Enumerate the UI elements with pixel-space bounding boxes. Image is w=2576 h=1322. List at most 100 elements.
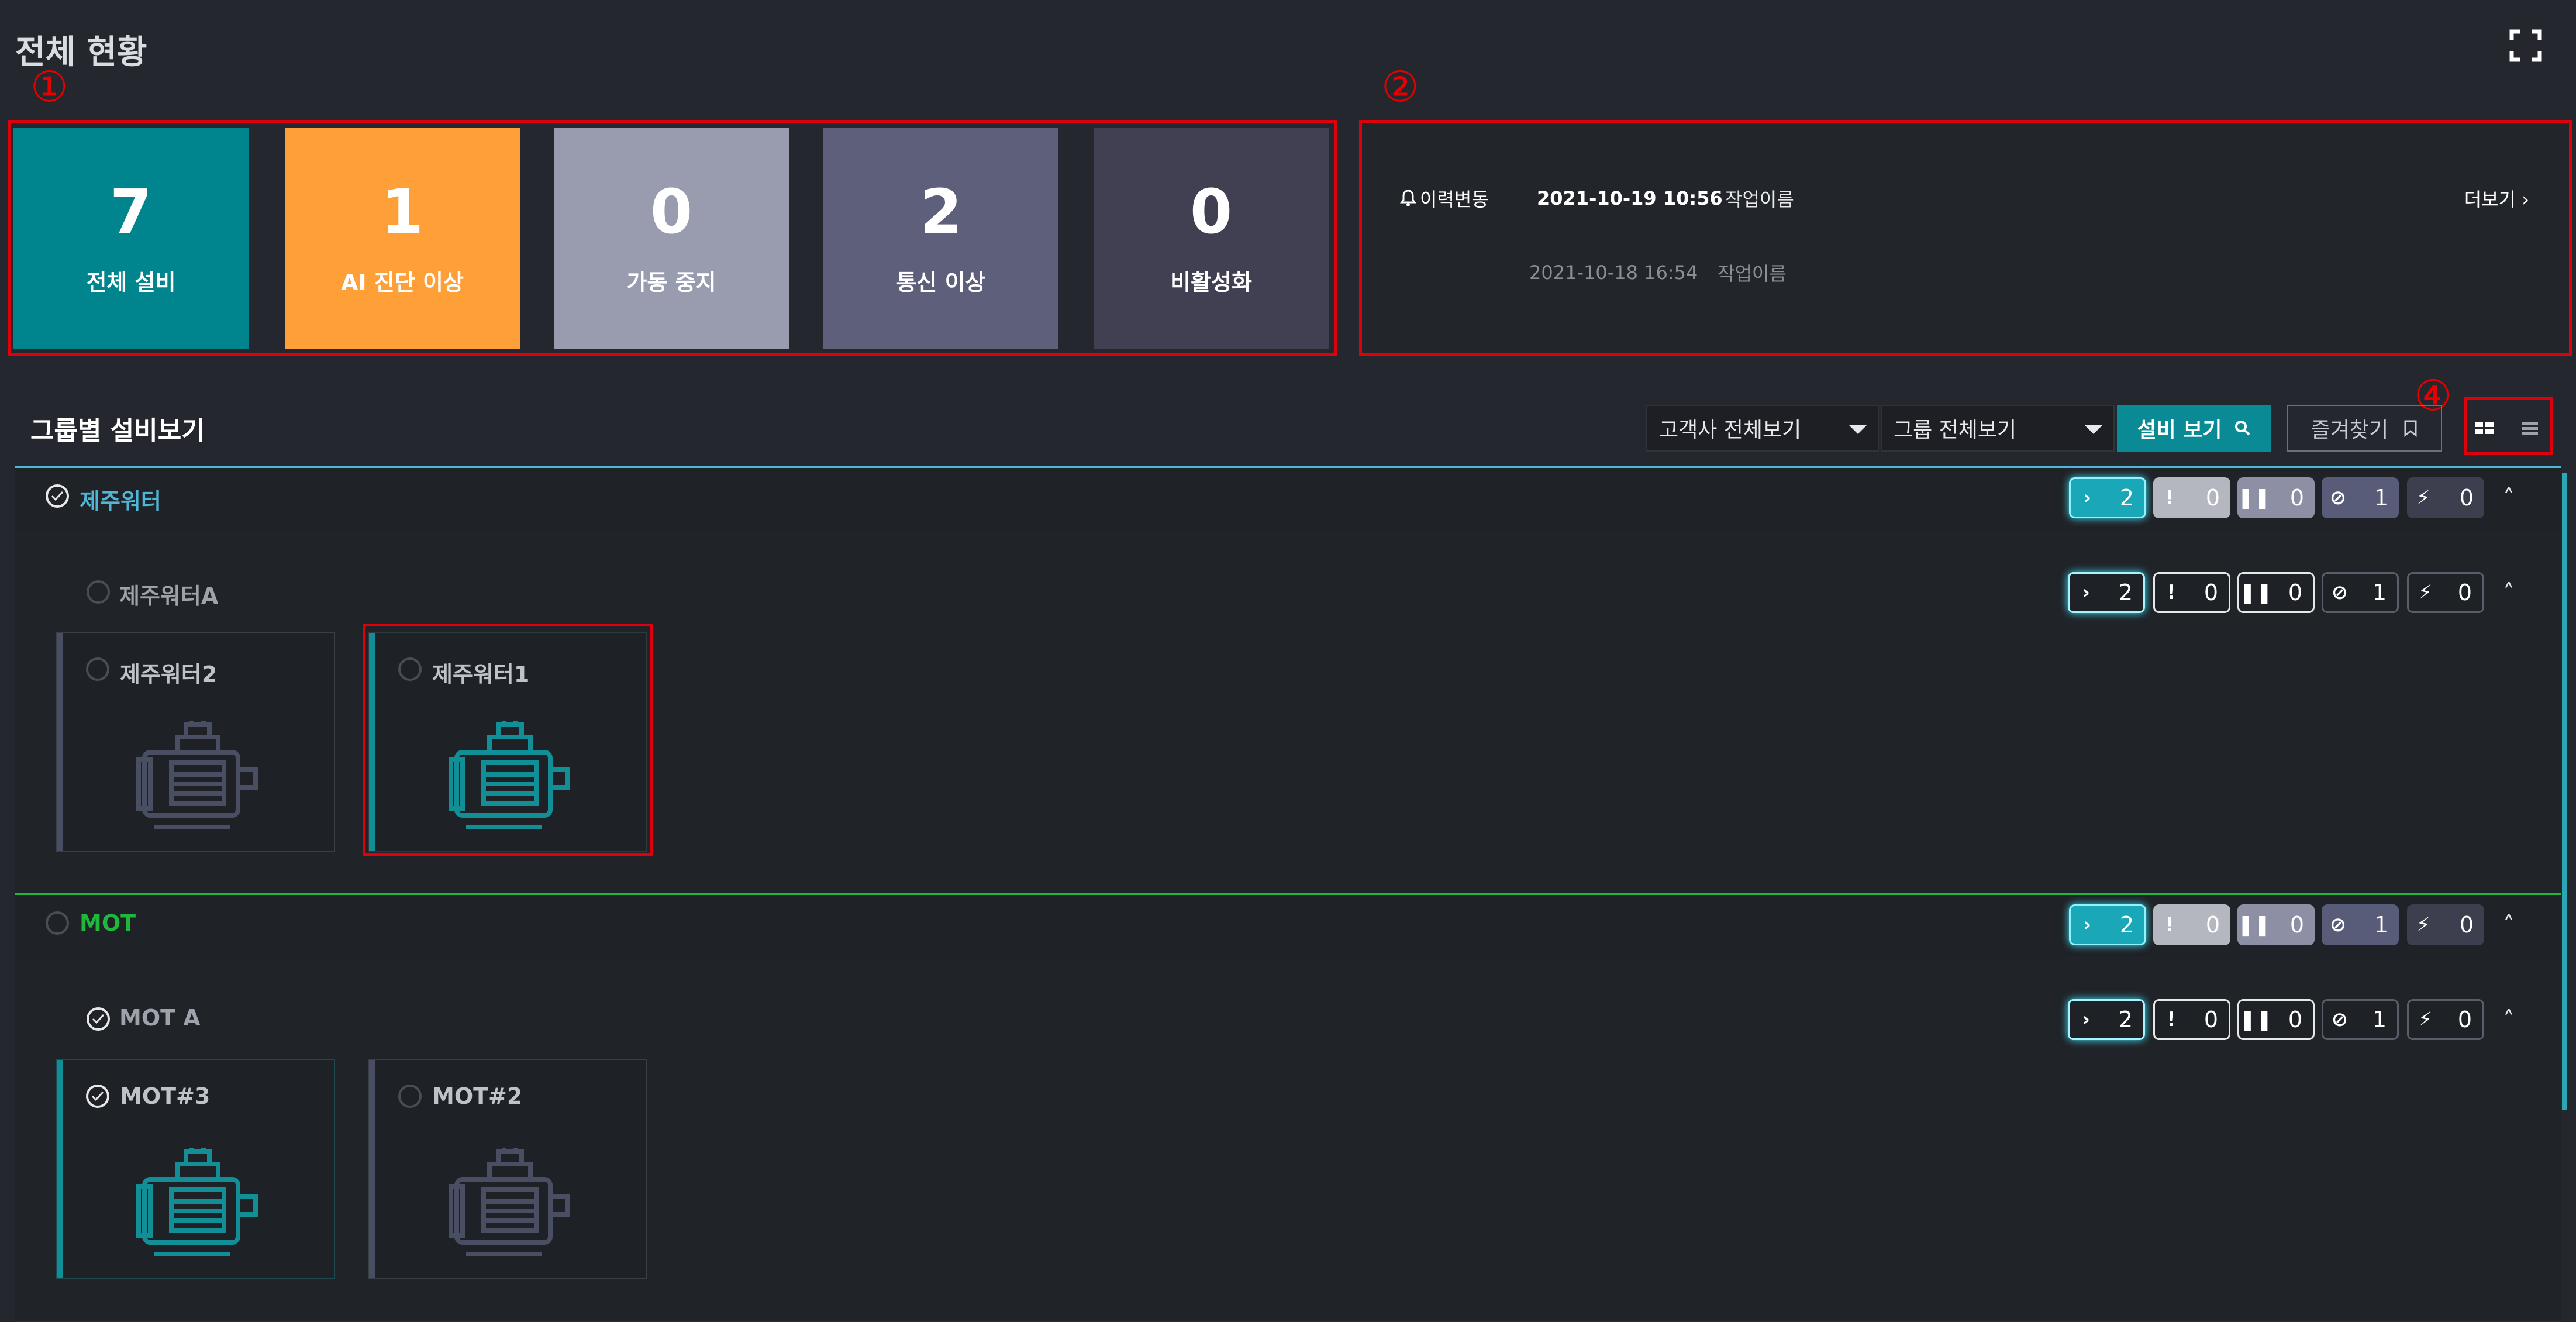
section-title: 그룹별 설비보기	[30, 416, 205, 446]
no-signal-icon: ⊘	[2329, 913, 2347, 937]
chevron-right-icon: ›	[2082, 913, 2091, 937]
power-off-icon: ⚡	[2416, 486, 2430, 509]
badge-comm-error[interactable]: ⊘ 1	[2322, 477, 2399, 518]
badge-comm-error[interactable]: ⊘ 1	[2322, 999, 2399, 1040]
history-label: 이력변동	[1420, 188, 1489, 211]
pause-icon: ❚❚	[2237, 486, 2271, 509]
check-circle-icon[interactable]	[87, 1007, 110, 1031]
summary-value: 1	[381, 175, 424, 247]
group-name: MOT	[80, 910, 136, 936]
device-card[interactable]: 제주워터1	[368, 632, 647, 852]
status-bar	[57, 1060, 63, 1278]
history-panel	[1359, 120, 2572, 356]
search-icon	[2234, 421, 2250, 436]
list-view-icon[interactable]	[2519, 420, 2540, 436]
power-off-icon: ⚡	[2416, 913, 2430, 937]
annotation-marker-1: ①	[30, 62, 68, 111]
badge-running[interactable]: › 2	[2069, 904, 2146, 945]
summary-value: 0	[1189, 175, 1233, 247]
summary-tile-comm-error[interactable]: 2 통신 이상	[823, 128, 1058, 349]
summary-label: AI 진단 이상	[341, 269, 464, 295]
caret-down-icon	[2084, 425, 2103, 434]
exclamation-icon: !	[2165, 486, 2174, 509]
badge-stopped[interactable]: ❚❚ 0	[2237, 999, 2315, 1040]
subgroup-name: MOT A	[119, 1005, 201, 1031]
history-item-name: 작업이름	[1725, 188, 1794, 211]
device-name: MOT#2	[432, 1083, 523, 1109]
badge-ai-alert[interactable]: ! 0	[2153, 904, 2230, 945]
grid-view-icon[interactable]	[2474, 420, 2495, 436]
exclamation-icon: !	[2167, 1008, 2176, 1031]
summary-tile-ai-alert[interactable]: 1 AI 진단 이상	[285, 128, 520, 349]
summary-label: 전체 설비	[86, 269, 176, 295]
status-bar	[57, 633, 63, 851]
history-row[interactable]: 이력변동 2021-10-19 10:56 작업이름	[1400, 185, 1794, 212]
summary-value: 7	[109, 175, 153, 247]
group-select-value: 그룹 전체보기	[1894, 418, 2017, 442]
device-name: 제주워터1	[432, 662, 530, 687]
summary-tile-total[interactable]: 7 전체 설비	[13, 128, 249, 349]
badge-ai-alert[interactable]: ! 0	[2153, 572, 2230, 613]
history-more-link[interactable]: 더보기 ›	[2464, 185, 2529, 212]
check-circle-icon[interactable]	[398, 657, 422, 681]
view-equipment-label: 설비 보기	[2137, 418, 2222, 442]
badge-inactive[interactable]: ⚡ 0	[2407, 572, 2484, 613]
badge-running[interactable]: › 2	[2069, 477, 2146, 518]
check-circle-icon[interactable]	[46, 911, 69, 935]
badge-inactive[interactable]: ⚡ 0	[2407, 904, 2484, 945]
chevron-up-icon[interactable]: ˄	[2497, 1008, 2520, 1032]
badge-stopped[interactable]: ❚❚ 0	[2237, 477, 2315, 518]
badge-comm-error[interactable]: ⊘ 1	[2322, 572, 2399, 613]
badge-inactive[interactable]: ⚡ 0	[2407, 999, 2484, 1040]
fullscreen-icon[interactable]	[2509, 29, 2542, 62]
history-time: 2021-10-18 16:54	[1529, 261, 1698, 284]
caret-down-icon	[1849, 425, 1867, 434]
badge-ai-alert[interactable]: ! 0	[2153, 999, 2230, 1040]
summary-value: 0	[650, 175, 693, 247]
check-circle-icon[interactable]	[86, 657, 109, 681]
check-circle-icon[interactable]	[87, 580, 110, 604]
favorites-label: 즐겨찾기	[2311, 418, 2389, 442]
badge-running[interactable]: › 2	[2068, 572, 2145, 613]
bell-icon	[1400, 190, 1416, 206]
device-card[interactable]: 제주워터2	[56, 632, 335, 852]
device-card[interactable]: MOT#2	[368, 1059, 647, 1279]
view-equipment-button[interactable]: 설비 보기	[2117, 405, 2271, 452]
favorites-button[interactable]: 즐겨찾기	[2287, 405, 2442, 452]
customer-select[interactable]: 고객사 전체보기	[1646, 405, 1879, 452]
group-select[interactable]: 그룹 전체보기	[1881, 405, 2115, 452]
summary-tile-stopped[interactable]: 0 가동 중지	[554, 128, 789, 349]
annotation-marker-2: ②	[1381, 62, 1419, 111]
history-row[interactable]: 2021-10-18 16:54 작업이름	[1529, 259, 1787, 286]
badge-stopped[interactable]: ❚❚ 0	[2237, 572, 2315, 613]
badge-running[interactable]: › 2	[2068, 999, 2145, 1040]
pause-icon: ❚❚	[2237, 913, 2271, 937]
power-off-icon: ⚡	[2418, 581, 2432, 604]
badge-inactive[interactable]: ⚡ 0	[2407, 477, 2484, 518]
device-name: 제주워터2	[120, 662, 218, 687]
summary-value: 2	[919, 175, 963, 247]
chevron-up-icon[interactable]: ˄	[2497, 581, 2520, 605]
motor-icon	[136, 1148, 258, 1256]
summary-label: 비활성화	[1170, 269, 1252, 295]
badge-comm-error[interactable]: ⊘ 1	[2322, 904, 2399, 945]
badge-stopped[interactable]: ❚❚ 0	[2237, 904, 2315, 945]
chevron-right-icon: ›	[2082, 486, 2091, 509]
power-off-icon: ⚡	[2418, 1008, 2432, 1031]
badge-ai-alert[interactable]: ! 0	[2153, 477, 2230, 518]
status-bar	[369, 633, 375, 851]
exclamation-icon: !	[2167, 581, 2176, 604]
device-name: MOT#3	[120, 1083, 211, 1109]
scrollbar[interactable]	[2562, 473, 2567, 1110]
bookmark-icon	[2404, 420, 2417, 437]
chevron-up-icon[interactable]: ˄	[2497, 487, 2520, 510]
check-circle-icon[interactable]	[46, 484, 69, 508]
device-card[interactable]: MOT#3	[56, 1059, 335, 1279]
check-circle-icon[interactable]	[398, 1085, 422, 1108]
group-name: 제주워터	[80, 488, 161, 514]
chevron-up-icon[interactable]: ˄	[2497, 914, 2520, 937]
pause-icon: ❚❚	[2239, 1008, 2272, 1031]
motor-icon	[449, 721, 570, 829]
summary-tile-inactive[interactable]: 0 비활성화	[1094, 128, 1329, 349]
check-circle-icon[interactable]	[86, 1085, 109, 1108]
